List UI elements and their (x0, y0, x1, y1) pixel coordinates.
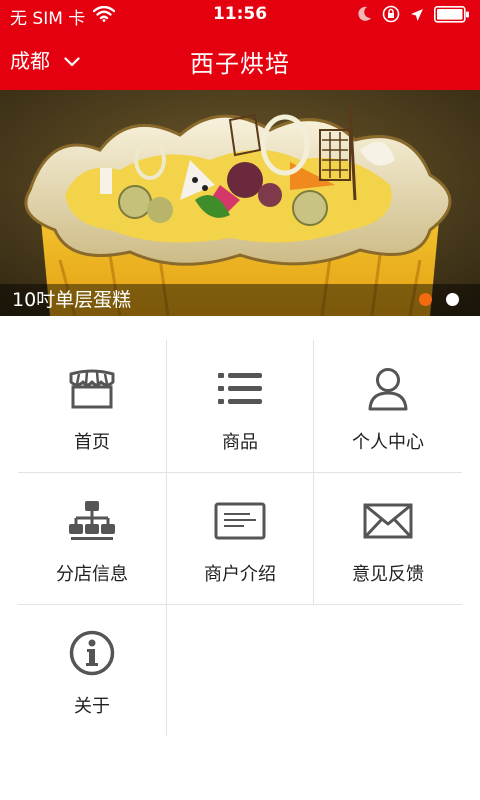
menu-item-merchant-intro[interactable]: 商户介绍 (166, 472, 314, 604)
envelope-icon (363, 498, 413, 544)
status-right (358, 5, 470, 27)
menu-item-branches[interactable]: 分店信息 (18, 472, 166, 604)
banner-caption: 10吋单层蛋糕 (12, 289, 132, 311)
cake-image (0, 90, 480, 316)
id-card-icon (214, 498, 266, 544)
carousel-dot-2[interactable] (446, 293, 459, 306)
menu-item-profile[interactable]: 个人中心 (314, 340, 462, 472)
menu-item-label: 首页 (74, 432, 110, 453)
user-icon (367, 366, 409, 412)
menu-item-label: 商品 (222, 432, 258, 453)
list-icon (216, 366, 264, 412)
nav-bar: 成都 西子烘培 (0, 30, 480, 90)
rotation-lock-icon (382, 5, 400, 27)
storefront-icon (67, 366, 117, 412)
carousel-dot-1[interactable] (419, 293, 432, 306)
menu-item-home[interactable]: 首页 (18, 340, 166, 472)
menu-item-label: 意见反馈 (352, 564, 424, 585)
banner-carousel[interactable]: 10吋单层蛋糕 (0, 90, 480, 316)
menu-item-products[interactable]: 商品 (166, 340, 314, 472)
menu-item-about[interactable]: 关于 (18, 604, 166, 736)
menu-item-label: 关于 (74, 696, 110, 717)
location-icon (410, 7, 424, 26)
menu-item-label: 个人中心 (352, 432, 424, 453)
menu-item-label: 商户介绍 (204, 564, 276, 585)
moon-icon (358, 6, 372, 26)
menu-grid: 首页 商品 个人中心 分店信息 商户介绍 意见反馈 关于 (18, 340, 462, 736)
battery-icon (434, 5, 470, 27)
page-title: 西子烘培 (190, 50, 290, 78)
info-icon (69, 630, 115, 676)
org-chart-icon (68, 498, 116, 544)
menu-item-feedback[interactable]: 意见反馈 (314, 472, 462, 604)
status-bar: 无 SIM 卡 11:56 (0, 0, 480, 30)
menu-item-label: 分店信息 (56, 564, 128, 585)
